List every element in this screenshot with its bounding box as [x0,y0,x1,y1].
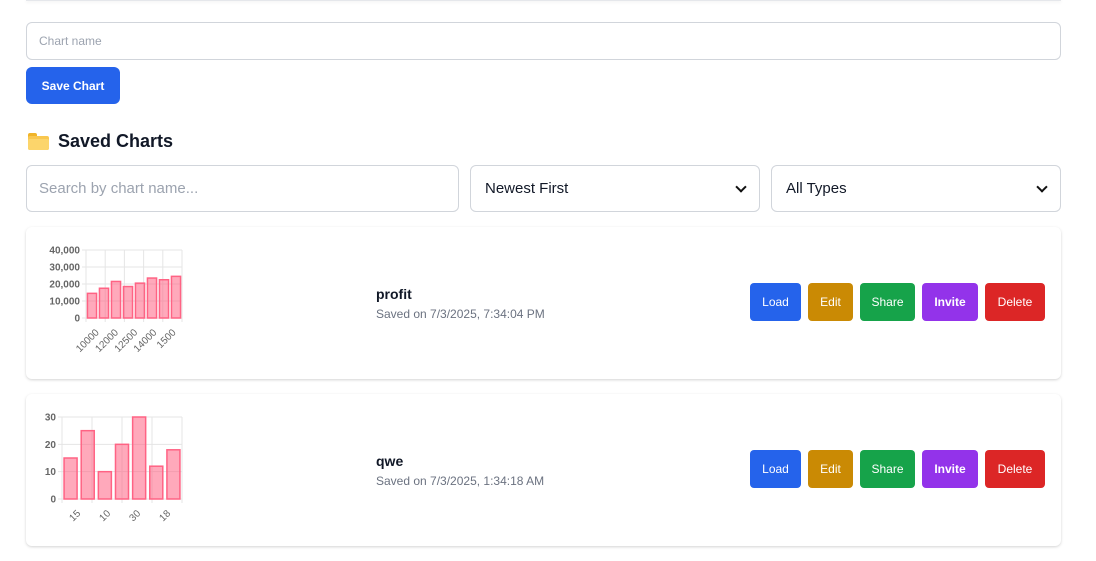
chart-bar [114,443,130,500]
chart-card: 40,000 30,000 20,000 10,000 0 10000 12000 12500… [26,227,1061,379]
chart-bar [63,457,78,500]
edit-button[interactable]: Edit [808,283,853,321]
load-button[interactable]: Load [750,450,801,488]
chart-bar [149,465,164,500]
share-button[interactable]: Share [860,450,915,488]
y-tick-label: 10 [45,467,57,478]
chart-card-name: qwe [376,453,404,469]
chart-bar [134,282,146,319]
share-button[interactable]: Share [860,283,915,321]
type-filter-select[interactable]: All Types [771,165,1061,212]
chart-card: 30 20 10 0 15 10 30 18 qwe Saved on 7/3/2025, 1… [26,394,1061,546]
y-tick-label: 20,000 [49,280,80,291]
chart-bar [146,277,158,319]
chart-bar [97,470,113,500]
y-tick-label: 40,000 [49,246,80,257]
y-tick-label: 30 [45,413,57,424]
chart-bar [86,292,98,319]
y-tick-label: 20 [45,440,57,451]
chart-card-name: profit [376,286,412,302]
chart-bar [166,449,181,500]
chart-bar [80,429,95,500]
delete-button[interactable]: Delete [985,450,1045,488]
chart-bar [158,279,170,319]
edit-button[interactable]: Edit [808,450,853,488]
x-tick-label: 15 [67,508,83,524]
chevron-down-icon [1036,180,1048,193]
sort-select-value: Newest First [485,180,569,197]
x-tick-label: 18 [157,508,173,524]
x-tick-label: 10 [97,508,113,524]
previous-panel-edge [26,0,1061,1]
x-tick-label: 30 [127,508,143,524]
load-button[interactable]: Load [750,283,801,321]
chart-bar [98,287,110,319]
chart-bar [110,280,122,319]
delete-button[interactable]: Delete [985,283,1045,321]
chart-thumbnail[interactable]: 30 20 10 0 15 10 30 18 [36,408,184,530]
y-tick-label: 0 [50,495,56,506]
chart-name-input[interactable] [26,22,1061,60]
chart-bar [170,275,182,319]
chevron-down-icon [735,180,747,193]
page-title: Saved Charts [58,130,174,151]
save-chart-button[interactable]: Save Chart [26,67,120,104]
search-input[interactable] [26,165,459,212]
chart-card-date: Saved on 7/3/2025, 7:34:04 PM [376,307,545,321]
chart-bar [122,285,134,319]
x-tick-label: 1500 [155,327,179,351]
invite-button[interactable]: Invite [922,450,978,488]
y-tick-label: 10,000 [49,297,80,308]
invite-button[interactable]: Invite [922,283,978,321]
chart-card-date: Saved on 7/3/2025, 1:34:18 AM [376,474,545,488]
sort-select[interactable]: Newest First [470,165,760,212]
folder-icon [28,132,49,150]
type-select-value: All Types [786,180,847,197]
y-tick-label: 0 [74,314,80,325]
y-tick-label: 30,000 [49,263,80,274]
chart-bar [131,416,147,500]
chart-thumbnail[interactable]: 40,00030,00020,00010,0000100001200012500… [36,241,184,363]
saved-charts-heading: Saved Charts [28,128,173,154]
